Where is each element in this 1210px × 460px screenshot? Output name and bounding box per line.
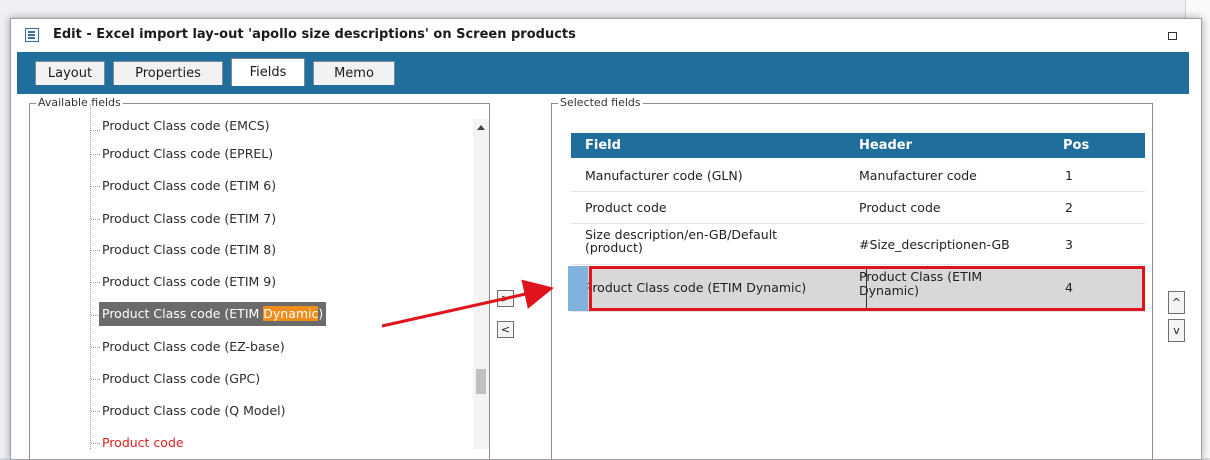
table-row[interactable]: Product code Product code 2 bbox=[571, 192, 1145, 224]
tree-branch bbox=[91, 411, 100, 412]
cell-header: Product code bbox=[859, 200, 941, 215]
tree-branch bbox=[91, 443, 100, 444]
tree-item-q-model[interactable]: Product Class code (Q Model) bbox=[102, 399, 286, 423]
tree-branch bbox=[91, 347, 100, 348]
tree-branch bbox=[91, 282, 100, 283]
tree-branch bbox=[91, 130, 100, 131]
row-selector[interactable] bbox=[568, 266, 588, 311]
cell-field: Product code bbox=[585, 200, 667, 215]
remove-field-button[interactable]: < bbox=[497, 321, 514, 338]
move-up-button[interactable]: ^ bbox=[1168, 291, 1185, 314]
scrollbar-thumb[interactable] bbox=[476, 369, 486, 394]
maximize-button[interactable] bbox=[1168, 32, 1177, 40]
scroll-up-arrow-icon[interactable] bbox=[477, 125, 485, 130]
tree-item-etim8[interactable]: Product Class code (ETIM 8) bbox=[102, 238, 276, 262]
available-fields-group: Available fields Product Class code (EMC… bbox=[29, 96, 490, 459]
cell-pos: 3 bbox=[1065, 237, 1073, 252]
tree-item-gpc[interactable]: Product Class code (GPC) bbox=[102, 367, 260, 391]
column-header-field[interactable]: Field bbox=[585, 138, 621, 153]
tree-branch bbox=[91, 154, 100, 155]
tree-item-etim9[interactable]: Product Class code (ETIM 9) bbox=[102, 270, 276, 294]
edit-dialog: Edit - Excel import lay-out 'apollo size… bbox=[10, 18, 1202, 460]
tree-branch bbox=[91, 219, 100, 220]
tree-item-etim-dynamic-label: Product Class code (ETIM bbox=[102, 306, 264, 321]
selected-fields-legend: Selected fields bbox=[558, 96, 643, 109]
table-row[interactable]: Manufacturer code (GLN) Manufacturer cod… bbox=[571, 160, 1145, 192]
tree-item-etim6[interactable]: Product Class code (ETIM 6) bbox=[102, 174, 276, 198]
cell-field: Manufacturer code (GLN) bbox=[585, 168, 743, 183]
tree-branch bbox=[91, 186, 100, 187]
title-bar: Edit - Excel import lay-out 'apollo size… bbox=[11, 19, 1201, 52]
tree-item-ez-base[interactable]: Product Class code (EZ-base) bbox=[102, 335, 285, 359]
search-highlight: Dynamic bbox=[263, 306, 319, 321]
cell-pos: 1 bbox=[1065, 168, 1073, 183]
tree-item-eprel[interactable]: Product Class code (EPREL) bbox=[102, 142, 273, 166]
cell-field: Size description/en-GB/Default (product) bbox=[585, 227, 778, 255]
dialog-title: Edit - Excel import lay-out 'apollo size… bbox=[53, 27, 576, 42]
tab-strip: Layout Properties Fields Memo bbox=[17, 52, 1189, 94]
tree-item-emcs[interactable]: Product Class code (EMCS) bbox=[102, 117, 270, 135]
table-row[interactable]: Size description/en-GB/Default (product)… bbox=[571, 224, 1145, 265]
tree-branch bbox=[91, 250, 100, 251]
available-fields-legend: Available fields bbox=[36, 96, 123, 109]
tab-memo[interactable]: Memo bbox=[313, 61, 395, 85]
cell-pos: 2 bbox=[1065, 200, 1073, 215]
tree-item-etim-dynamic[interactable]: Product Class code (ETIM Dynamic) bbox=[99, 302, 327, 326]
column-divider bbox=[866, 269, 867, 308]
tab-properties[interactable]: Properties bbox=[113, 61, 223, 85]
tree-item-etim7[interactable]: Product Class code (ETIM 7) bbox=[102, 207, 276, 231]
tab-layout[interactable]: Layout bbox=[35, 61, 105, 85]
selected-fields-grid-header: Field Header Pos bbox=[571, 133, 1145, 158]
column-header-pos[interactable]: Pos bbox=[1063, 138, 1089, 153]
tree-connector-line bbox=[90, 104, 91, 449]
highlight-box bbox=[589, 266, 1145, 311]
available-fields-scrollbar[interactable] bbox=[473, 119, 489, 449]
tree-item-product-code[interactable]: Product code bbox=[102, 431, 184, 455]
move-down-button[interactable]: v bbox=[1168, 319, 1185, 342]
add-field-button[interactable]: > bbox=[497, 290, 514, 307]
cell-header: Manufacturer code bbox=[859, 168, 977, 183]
cell-header: #Size_descriptionen-GB bbox=[859, 237, 1010, 252]
tree-item-etim-dynamic-suffix: ) bbox=[318, 306, 324, 321]
form-icon bbox=[25, 28, 39, 42]
tree-branch bbox=[91, 379, 100, 380]
column-header-header[interactable]: Header bbox=[859, 138, 912, 153]
tab-fields[interactable]: Fields bbox=[231, 58, 305, 86]
